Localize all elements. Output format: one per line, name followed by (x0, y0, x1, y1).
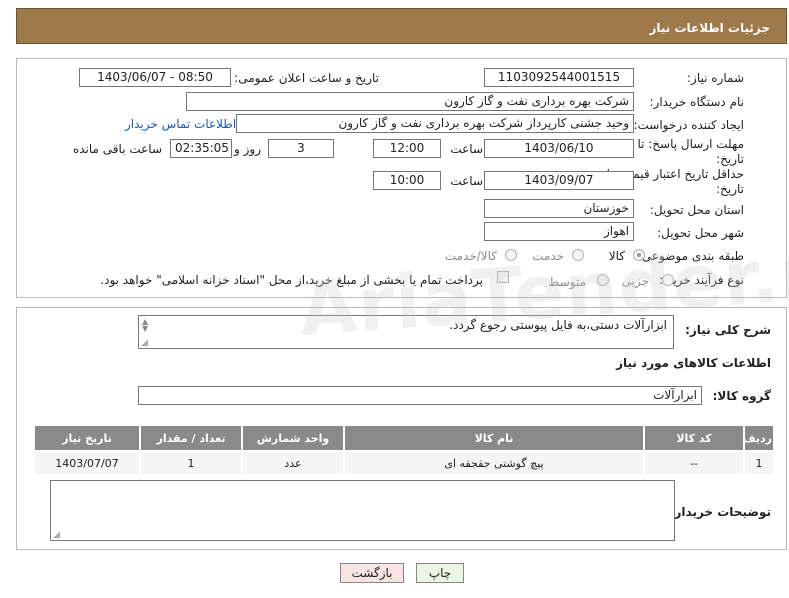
col-row-number: ردیف (743, 424, 775, 452)
buyer-org-field: شرکت بهره برداری نفت و گاز کارون (186, 92, 634, 111)
reply-deadline-label-line1: مهلت ارسال پاسخ: تا (637, 137, 744, 151)
goods-table-header: ردیف کد کالا نام کالا واحد شمارش تعداد /… (33, 424, 775, 452)
reply-days-label: روز و (234, 142, 261, 156)
reply-days-field: 3 (268, 139, 334, 158)
cell-item-name: پیچ گوشتی جقجقه ای (343, 450, 645, 476)
reply-deadline-label: مهلت ارسال پاسخ: تا تاریخ: (637, 137, 744, 167)
cell-need-date: 1403/07/07 (33, 450, 141, 476)
remaining-time-label: ساعت باقی مانده (72, 142, 162, 156)
announce-datetime-field: 1403/06/07 - 08:50 (79, 68, 231, 87)
notes-resize-grip-icon[interactable]: ◢ (53, 530, 60, 540)
remaining-time-field: 02:35:05 (170, 139, 232, 158)
reply-deadline-time-label: ساعت (450, 142, 483, 156)
price-validity-time-label: ساعت (450, 174, 483, 188)
cell-item-code: -- (643, 450, 745, 476)
goods-table: ردیف کد کالا نام کالا واحد شمارش تعداد /… (33, 424, 775, 476)
buyer-org-label: نام دستگاه خریدار: (649, 95, 745, 109)
price-validity-date-field: 1403/09/07 (484, 171, 634, 190)
buyer-notes-label: توضیحات خریدار: (669, 505, 771, 519)
col-item-code: کد کالا (643, 424, 745, 452)
delivery-province-label: استان محل تحویل: (649, 203, 744, 217)
page-title: جزئیات اطلاعات نیاز (649, 21, 770, 35)
col-unit: واحد شمارش (241, 424, 345, 452)
table-row: 1 -- پیچ گوشتی جقجقه ای عدد 1 1403/07/07 (33, 450, 775, 476)
col-item-name: نام کالا (343, 424, 645, 452)
requester-field: وحید جشنی کارپرداز شرکت بهره برداری نفت … (236, 114, 634, 133)
buyer-notes-field[interactable]: ◢ (50, 480, 675, 541)
goods-group-field: ابزارآلات (138, 386, 702, 405)
reply-deadline-label-line2: تاریخ: (716, 152, 744, 166)
reply-deadline-time-field: 12:00 (373, 139, 441, 158)
goods-group-label: گروه کالا: (712, 389, 771, 403)
cell-unit: عدد (241, 450, 345, 476)
need-number-field: 1103092544001515 (484, 68, 634, 87)
print-button[interactable]: چاپ (416, 563, 464, 583)
back-button[interactable]: بازگشت (340, 563, 404, 583)
cell-row-number: 1 (743, 450, 775, 476)
announce-datetime-label: تاریخ و ساعت اعلان عمومی: (234, 71, 379, 85)
requester-label: ایجاد کننده درخواست: (633, 118, 744, 132)
goods-info-title: اطلاعات کالاهای مورد نیاز (616, 356, 771, 370)
col-quantity: تعداد / مقدار (139, 424, 243, 452)
buyer-contact-link[interactable]: اطلاعات تماس خریدار (125, 117, 236, 131)
cell-quantity: 1 (139, 450, 243, 476)
delivery-city-field: اهواز (484, 222, 634, 241)
reply-deadline-date-field: 1403/06/10 (484, 139, 634, 158)
scroll-up-down-icon[interactable]: ▲ ▼ (142, 318, 148, 333)
resize-grip-icon[interactable]: ◢ (141, 338, 148, 348)
page-header: جزئیات اطلاعات نیاز (16, 8, 787, 44)
col-need-date: تاریخ نیاز (33, 424, 141, 452)
need-number-label: شماره نیاز: (687, 71, 744, 85)
price-validity-time-field: 10:00 (373, 171, 441, 190)
delivery-province-field: خوزستان (484, 199, 634, 218)
